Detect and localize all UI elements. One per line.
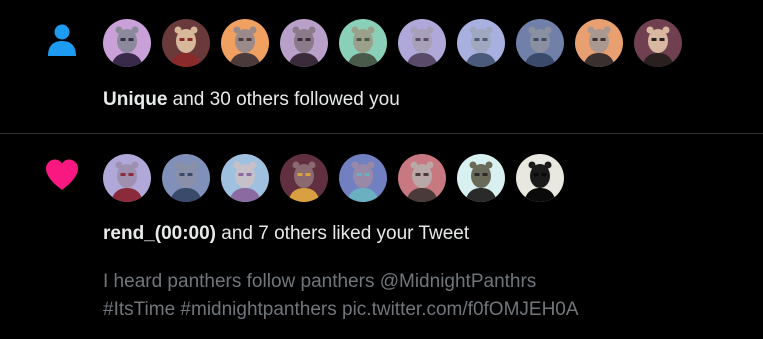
tweet-preview-line: #ItsTime #midnightpanthers pic.twitter.c…: [103, 299, 579, 320]
actor-name[interactable]: rend_(00:00): [103, 223, 216, 244]
user-avatar[interactable]: [162, 19, 210, 67]
user-avatar[interactable]: [398, 19, 446, 67]
follow-notification[interactable]: Unique and 30 others followed you: [0, 0, 763, 134]
user-avatar[interactable]: [103, 19, 151, 67]
user-avatar[interactable]: [103, 154, 151, 202]
tweet-preview[interactable]: I heard panthers follow panthers @Midnig…: [103, 268, 743, 324]
user-avatar[interactable]: [398, 154, 446, 202]
follower-avatars: [103, 19, 682, 67]
actor-name[interactable]: Unique: [103, 89, 167, 110]
user-avatar[interactable]: [634, 19, 682, 67]
user-avatar[interactable]: [339, 19, 387, 67]
like-summary-text: and 7 others liked your Tweet: [221, 223, 470, 244]
user-avatar[interactable]: [221, 154, 269, 202]
notifications-feed: Unique and 30 others followed you rend_(…: [0, 0, 763, 339]
user-avatar[interactable]: [575, 19, 623, 67]
like-notification[interactable]: rend_(00:00) and 7 others liked your Twe…: [0, 134, 763, 339]
like-summary: rend_(00:00) and 7 others liked your Twe…: [103, 223, 469, 245]
user-avatar[interactable]: [457, 19, 505, 67]
user-avatar[interactable]: [339, 154, 387, 202]
follow-summary: Unique and 30 others followed you: [103, 89, 400, 111]
user-avatar[interactable]: [280, 154, 328, 202]
user-avatar[interactable]: [162, 154, 210, 202]
person-icon: [42, 20, 82, 60]
user-avatar[interactable]: [516, 154, 564, 202]
user-avatar[interactable]: [221, 19, 269, 67]
user-avatar[interactable]: [516, 19, 564, 67]
heart-icon: [42, 155, 82, 195]
user-avatar[interactable]: [457, 154, 505, 202]
tweet-preview-line: I heard panthers follow panthers @Midnig…: [103, 271, 537, 292]
user-avatar[interactable]: [280, 19, 328, 67]
liker-avatars: [103, 154, 564, 202]
follow-summary-text: and 30 others followed you: [172, 89, 400, 110]
